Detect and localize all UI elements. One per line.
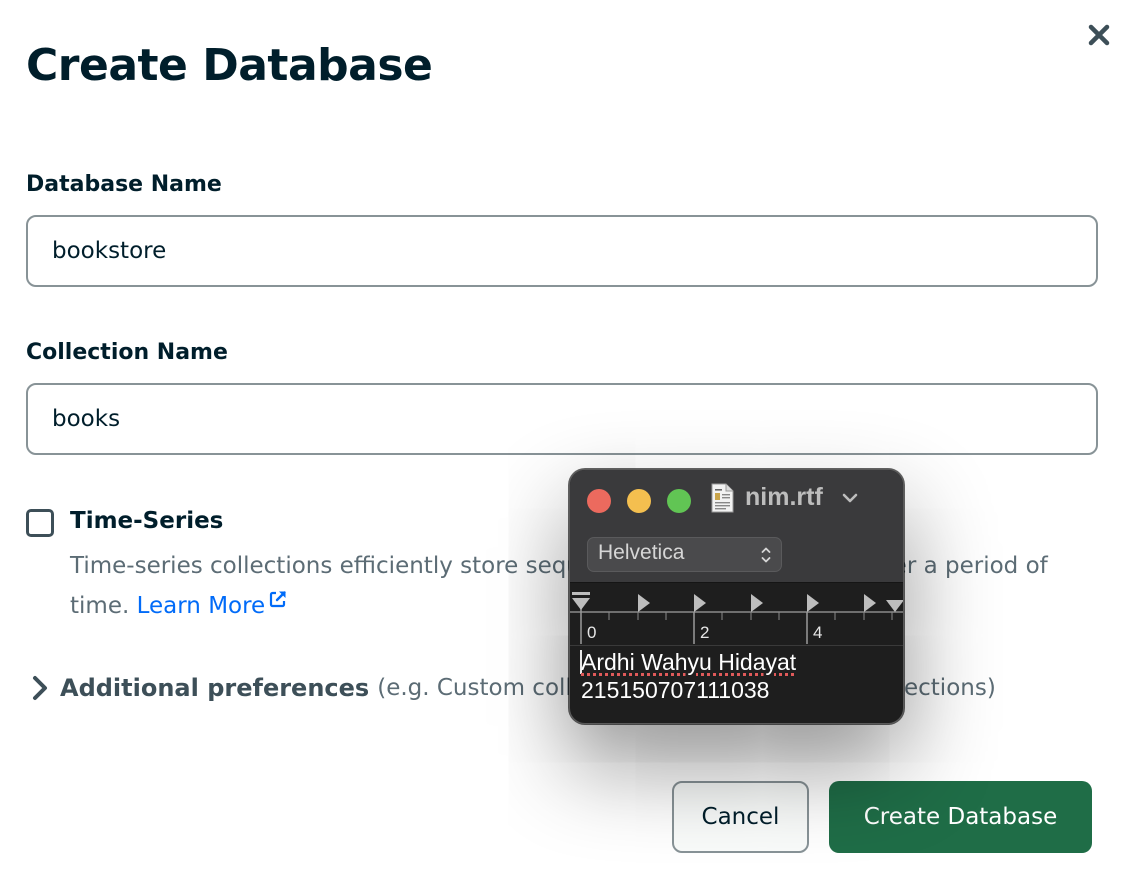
select-arrows-icon [761,547,771,563]
dialog-title: Create Database [26,40,433,91]
close-button[interactable] [1084,20,1114,50]
ruler[interactable]: 0 2 4 [570,584,903,646]
document-icon [711,483,734,513]
database-name-input[interactable] [26,215,1098,287]
create-database-button[interactable]: Create Database [829,781,1092,853]
database-name-label: Database Name [26,172,222,197]
window-minimize-button[interactable] [627,489,651,513]
document-body[interactable]: Ardhi Wahyu Hidayat 215150707111038 [581,648,796,704]
time-series-label: Time-Series [70,508,224,534]
chevron-right-icon [33,676,47,700]
ruler-label: 0 [587,623,596,642]
time-series-checkbox[interactable] [26,509,54,537]
collection-name-input[interactable] [26,383,1098,455]
document-line: Ardhi Wahyu Hidayat [581,649,797,675]
textedit-toolbar: nim.rtf Helvetica [570,470,903,583]
font-family-select[interactable]: Helvetica [587,537,782,572]
font-family-value: Helvetica [598,541,685,564]
chevron-down-icon[interactable] [842,492,858,504]
collection-name-label: Collection Name [26,340,228,365]
document-title[interactable]: nim.rtf [745,483,823,512]
window-zoom-button[interactable] [667,489,691,513]
textedit-window[interactable]: nim.rtf Helvetica 0 2 4 Ardhi Wahyu Hida… [569,469,904,724]
document-line: 215150707111038 [581,677,770,703]
cancel-button[interactable]: Cancel [672,781,809,853]
ruler-label: 4 [813,623,822,642]
external-link-icon [270,591,286,608]
learn-more-link[interactable]: Learn More [136,591,288,619]
learn-more-label: Learn More [136,593,266,619]
window-close-button[interactable] [587,489,611,513]
ruler-graphic: 0 2 4 [570,592,903,644]
ruler-label: 2 [700,623,709,642]
close-icon [1088,24,1110,46]
additional-preferences-title: Additional preferences [60,674,370,702]
